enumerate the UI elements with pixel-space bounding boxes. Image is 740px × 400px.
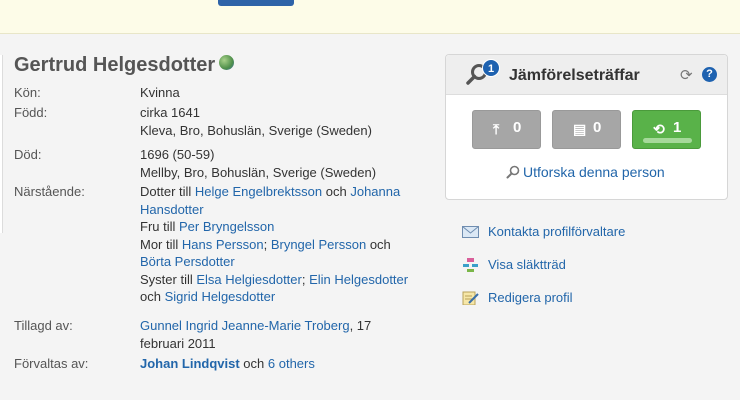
fact-label: Närstående: bbox=[14, 184, 85, 199]
link-sibling[interactable]: Sigrid Helgesdotter bbox=[165, 289, 276, 304]
link-child[interactable]: Bryngel Persson bbox=[271, 237, 366, 252]
birth-place: Kleva, Bro, Bohuslän, Sverige (Sweden) bbox=[140, 122, 372, 138]
link-mother-cont[interactable]: Hansdotter bbox=[140, 202, 204, 217]
profile-name: Gertrud Helgesdotter bbox=[14, 54, 216, 76]
contact-manager-action[interactable]: Kontakta profilförvaltare bbox=[462, 224, 722, 242]
view-tree-action[interactable]: Visa släktträd bbox=[462, 257, 722, 275]
search-icon bbox=[506, 165, 520, 179]
fact-label: Kön: bbox=[14, 85, 41, 100]
record-matches-button[interactable]: ▤ 0 bbox=[552, 110, 621, 149]
contact-manager-label[interactable]: Kontakta profilförvaltare bbox=[488, 224, 625, 240]
matches-panel: 1 Jämförelseträffar ⟳ ? ⤒ 0 ▤ 0 ⟲ 1 Utfo… bbox=[445, 54, 728, 200]
separator: ; bbox=[301, 271, 306, 287]
relation-wife: Fru till Per Bryngelsson bbox=[140, 218, 420, 236]
birth-date: cirka 1641 bbox=[140, 105, 200, 120]
relation-prefix: Syster till bbox=[140, 271, 193, 287]
relation-daughter: Dotter till Helge Engelbrektsson och Joh… bbox=[140, 183, 420, 201]
conjunction: och bbox=[325, 184, 347, 199]
fact-label: Tillagd av: bbox=[14, 318, 73, 333]
match-progress-bar bbox=[643, 138, 692, 143]
fact-label: Förvaltas av: bbox=[14, 356, 89, 371]
tree-match-count: 0 bbox=[513, 119, 522, 136]
edit-profile-label[interactable]: Redigera profil bbox=[488, 290, 573, 306]
globe-icon[interactable] bbox=[219, 55, 235, 70]
link-sibling[interactable]: Elin Helgesdotter bbox=[309, 272, 408, 287]
document-icon: ▤ bbox=[573, 121, 587, 137]
link-mother[interactable]: Johanna bbox=[350, 184, 400, 199]
left-panel-edge bbox=[0, 55, 3, 233]
link-other-managers[interactable]: 6 others bbox=[268, 356, 315, 371]
record-match-count: 0 bbox=[593, 119, 602, 136]
refresh-icon[interactable]: ⟳ bbox=[680, 68, 693, 83]
relation-prefix: Mor till bbox=[140, 236, 179, 252]
added-date-cont: februari 2011 bbox=[140, 335, 216, 351]
explore-person-link[interactable]: Utforska denna person bbox=[506, 164, 665, 180]
death-place: Mellby, Bro, Bohuslän, Sverige (Sweden) bbox=[140, 164, 377, 180]
death-date: 1696 (50-59) bbox=[140, 147, 215, 162]
link-husband[interactable]: Per Bryngelsson bbox=[179, 219, 274, 234]
sync-icon: ⟲ bbox=[653, 121, 665, 137]
conjunction: och bbox=[369, 236, 391, 252]
separator: ; bbox=[263, 236, 268, 252]
added-date: , 17 bbox=[349, 318, 372, 333]
family-tree-icon bbox=[463, 258, 478, 272]
explore-person-label[interactable]: Utforska denna person bbox=[523, 164, 665, 180]
fact-value: Kvinna bbox=[140, 85, 180, 100]
link-sibling[interactable]: Elsa Helgiesdotter bbox=[196, 272, 302, 287]
link-child[interactable]: Hans Persson bbox=[182, 237, 264, 252]
link-father[interactable]: Helge Engelbrektsson bbox=[195, 184, 322, 199]
matches-title: Jämförelseträffar bbox=[509, 67, 640, 84]
view-tree-label[interactable]: Visa släktträd bbox=[488, 257, 566, 273]
envelope-icon bbox=[462, 226, 479, 238]
edit-icon bbox=[462, 291, 479, 305]
link-child[interactable]: Börta Persdotter bbox=[140, 254, 235, 269]
notification-button[interactable] bbox=[218, 0, 294, 6]
relation-prefix: Dotter till bbox=[140, 184, 192, 199]
match-count-badge: 1 bbox=[482, 59, 500, 77]
relation-mother: Mor till Hans Persson; Bryngel Persson o… bbox=[140, 236, 420, 254]
link-manager[interactable]: Johan Lindqvist bbox=[140, 356, 240, 371]
fact-label: Död: bbox=[14, 147, 42, 162]
edit-profile-action[interactable]: Redigera profil bbox=[462, 290, 722, 308]
help-icon[interactable]: ? bbox=[702, 67, 717, 82]
smart-matches-button[interactable]: ⟲ 1 bbox=[632, 110, 701, 149]
fact-label: Född: bbox=[14, 105, 48, 120]
conjunction: och bbox=[243, 356, 265, 371]
profile-title: Gertrud Helgesdotter bbox=[14, 54, 235, 77]
matches-header: 1 Jämförelseträffar ⟳ ? bbox=[446, 55, 727, 95]
tree-matches-button[interactable]: ⤒ 0 bbox=[472, 110, 541, 149]
tree-icon: ⤒ bbox=[493, 121, 500, 137]
relation-prefix: Fru till bbox=[140, 219, 176, 234]
conjunction: och bbox=[140, 289, 161, 304]
smart-match-count: 1 bbox=[673, 119, 682, 136]
link-added-by-user[interactable]: Gunnel Ingrid Jeanne-Marie Troberg bbox=[140, 318, 350, 333]
relation-sister: Syster till Elsa Helgiesdotter; Elin Hel… bbox=[140, 271, 420, 289]
notification-bar bbox=[0, 0, 740, 34]
